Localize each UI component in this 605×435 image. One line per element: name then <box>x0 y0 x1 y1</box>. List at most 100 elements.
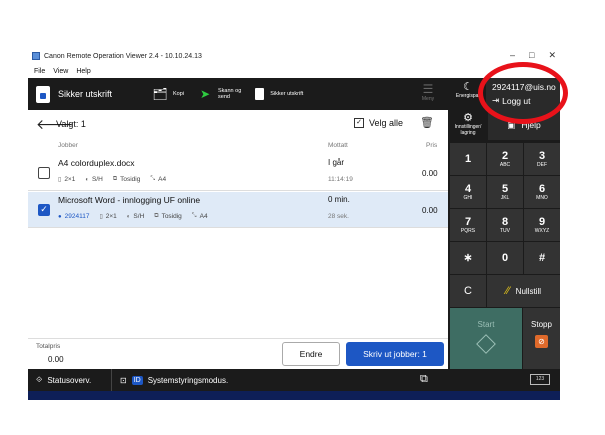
keyboard-icon[interactable]: 123 <box>530 374 550 385</box>
key-0[interactable]: 0 <box>487 242 523 274</box>
stop-button[interactable]: Stopp ⊘ <box>523 308 560 369</box>
job-received-time: 11:14:19 <box>328 176 353 183</box>
job-attributes: ▯ 2×1 ◐ S/H ⧉ Tosidig ⤡ A4 <box>58 176 166 183</box>
key-2[interactable]: 2 ABC <box>487 143 523 175</box>
select-all-button[interactable]: ✓ Velg alle <box>354 118 403 128</box>
job-attr-layout: 2×1 <box>105 213 117 220</box>
tab-scan-send[interactable]: ➤ Skann og send <box>198 78 255 110</box>
job-checkbox[interactable]: ✓ <box>38 204 50 216</box>
key-asterisk[interactable]: ∗ <box>450 242 486 274</box>
close-button[interactable]: ✕ <box>548 50 556 61</box>
key-6[interactable]: 6 MNO <box>524 176 560 208</box>
selected-count: Valgt: 1 <box>56 119 86 129</box>
menubar: File View Help <box>28 65 560 77</box>
key-1[interactable]: 1 <box>450 143 486 175</box>
paper-size-icon: ⤡ <box>191 213 197 219</box>
window-titlebar: Canon Remote Operation Viewer 2.4 - 10.1… <box>28 48 560 64</box>
key-digit: 5 <box>501 183 509 195</box>
color-mode-icon: ◐ <box>85 176 89 183</box>
key-letters: JKL <box>500 195 510 201</box>
job-checkbox[interactable] <box>38 167 50 179</box>
pages-per-sheet-icon: ▯ <box>99 214 103 220</box>
key-hash[interactable]: # <box>524 242 560 274</box>
job-received: I går <box>328 158 345 167</box>
status-overview-button[interactable]: ⟐ Statusoverv. <box>36 369 112 391</box>
key-4[interactable]: 4 GHI <box>450 176 486 208</box>
key-letters: MNO <box>536 195 548 201</box>
print-jobs-button[interactable]: Skriv ut jobber: 1 <box>346 342 444 366</box>
window-title: Canon Remote Operation Viewer 2.4 - 10.1… <box>44 52 202 60</box>
tab-copy[interactable]: 🗂 Kopi <box>152 78 198 110</box>
key-digit: ∗ <box>463 252 473 264</box>
column-received: Mottatt <box>328 142 348 149</box>
job-attr-color: S/H <box>133 213 145 220</box>
highlight-circle <box>478 62 568 124</box>
key-digit: 7 <box>464 216 472 228</box>
key-digit: # <box>538 252 546 264</box>
reset-button[interactable]: ⁄⁄ Nullstill <box>487 275 560 307</box>
secure-print-icon <box>255 88 265 100</box>
job-attr-duplex: Tosidig <box>161 213 182 220</box>
maximize-button[interactable]: □ <box>529 50 534 61</box>
job-attr-color: S/H <box>91 176 103 183</box>
key-digit: 1 <box>464 153 472 165</box>
stop-icon: ⊘ <box>535 335 548 348</box>
system-mode-label: Systemstyringsmodus. <box>147 375 229 385</box>
key-digit: 0 <box>501 252 509 264</box>
job-attr-duplex: Tosidig <box>120 176 141 183</box>
job-price: 0.00 <box>422 169 438 178</box>
remote-panel: Sikker utskrift 🗂 Kopi ➤ Skann og send S… <box>28 78 560 400</box>
key-8[interactable]: 8 TUV <box>487 209 523 241</box>
user-icon: ● <box>58 213 62 220</box>
paper-size-icon: ⤡ <box>150 176 156 182</box>
key-5[interactable]: 5 JKL <box>487 176 523 208</box>
clear-label: C <box>464 285 472 297</box>
menu-help[interactable]: Help <box>76 68 90 75</box>
settings-button[interactable]: ⚙ Innstillinger/ lagring <box>450 110 486 140</box>
counter-icon[interactable]: ⧉ <box>420 373 428 386</box>
menu-view[interactable]: View <box>53 68 68 75</box>
key-9[interactable]: 9 WXYZ <box>524 209 560 241</box>
key-letters: WXYZ <box>534 228 550 234</box>
copy-icon: 🗂 <box>152 87 168 101</box>
job-name: A4 colorduplex.docx <box>58 158 135 168</box>
job-received-time: 28 sek. <box>328 213 349 220</box>
scan-send-icon: ➤ <box>199 87 211 101</box>
menu-file[interactable]: File <box>34 68 45 75</box>
start-diamond-icon <box>476 334 496 354</box>
tab-secure-print[interactable]: Sikker utskrift <box>255 78 317 110</box>
back-arrow-icon[interactable]: 🡐 <box>36 116 74 133</box>
stop-label: Stopp <box>531 320 552 329</box>
key-letters: TUV <box>500 228 510 234</box>
job-owner: 2924117 <box>64 213 90 220</box>
select-all-label: Velg alle <box>369 118 404 128</box>
key-digit: 9 <box>538 216 546 228</box>
system-mode-indicator: ⊡ ID Systemstyringsmodus. <box>120 375 229 385</box>
job-attr-paper: A4 <box>158 176 167 183</box>
function-toolbar: Sikker utskrift 🗂 Kopi ➤ Skann og send S… <box>28 78 448 110</box>
tab-secure-print-label: Sikker utskrift <box>270 91 304 97</box>
minimize-button[interactable]: – <box>510 50 515 61</box>
lock-icon <box>36 85 50 103</box>
key-letters: ABC <box>499 162 511 168</box>
app-icon <box>32 52 40 60</box>
edit-button[interactable]: Endre <box>282 342 340 366</box>
job-name: Microsoft Word - innlogging UF online <box>58 195 201 205</box>
reset-icon: ⁄⁄ <box>505 285 510 297</box>
job-list-panel: 🡐 Valgt: 1 ✓ Velg alle 🗑 Jobber Mottatt … <box>28 110 448 369</box>
start-button[interactable]: Start <box>450 308 522 369</box>
key-clear[interactable]: C <box>450 275 486 307</box>
tab-copy-label: Kopi <box>173 91 185 97</box>
job-price: 0.00 <box>422 206 438 215</box>
table-row[interactable]: A4 colorduplex.docx ▯ 2×1 ◐ S/H ⧉ Tosidig ⤡… <box>28 155 448 191</box>
key-7[interactable]: 7 PQRS <box>450 209 486 241</box>
window-controls: – □ ✕ <box>510 50 556 61</box>
tab-secure-print-main[interactable]: Sikker utskrift <box>28 78 153 110</box>
start-label: Start <box>477 320 495 329</box>
menu-button[interactable]: ☰ Meny <box>413 82 443 108</box>
job-attr-paper: A4 <box>199 213 208 220</box>
job-attr-layout: 2×1 <box>64 176 76 183</box>
table-row[interactable]: ✓ Microsoft Word - innlogging UF online … <box>28 192 448 228</box>
key-3[interactable]: 3 DEF <box>524 143 560 175</box>
trash-icon[interactable]: 🗑 <box>420 116 434 129</box>
